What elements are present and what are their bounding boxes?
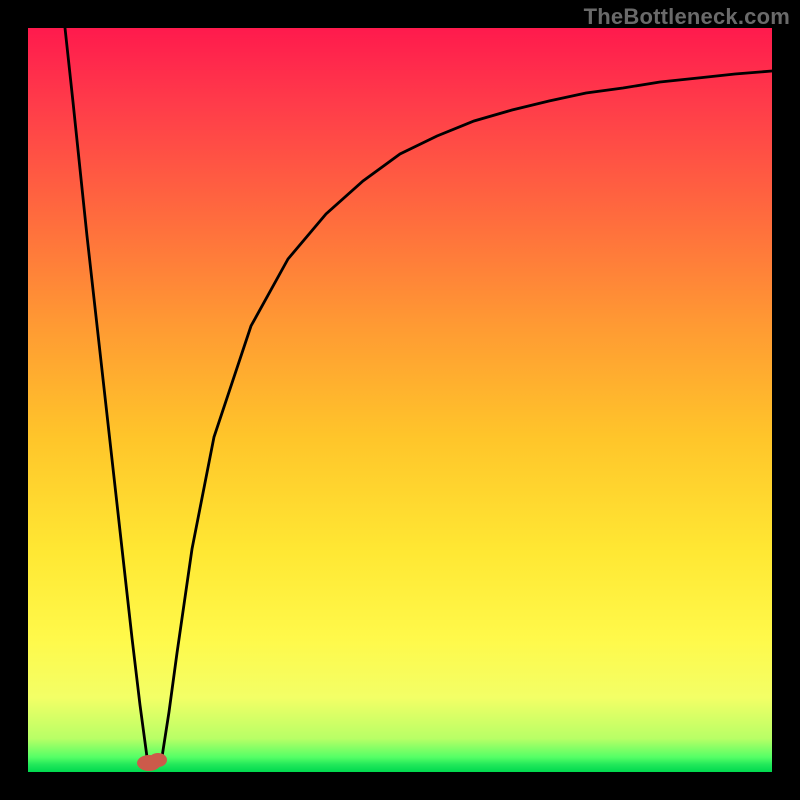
curve-layer (28, 28, 772, 772)
plot-area (28, 28, 772, 772)
optimal-point-marker-2 (149, 753, 167, 767)
bottleneck-curve (65, 28, 772, 765)
watermark-text: TheBottleneck.com (584, 4, 790, 30)
chart-frame: TheBottleneck.com (0, 0, 800, 800)
